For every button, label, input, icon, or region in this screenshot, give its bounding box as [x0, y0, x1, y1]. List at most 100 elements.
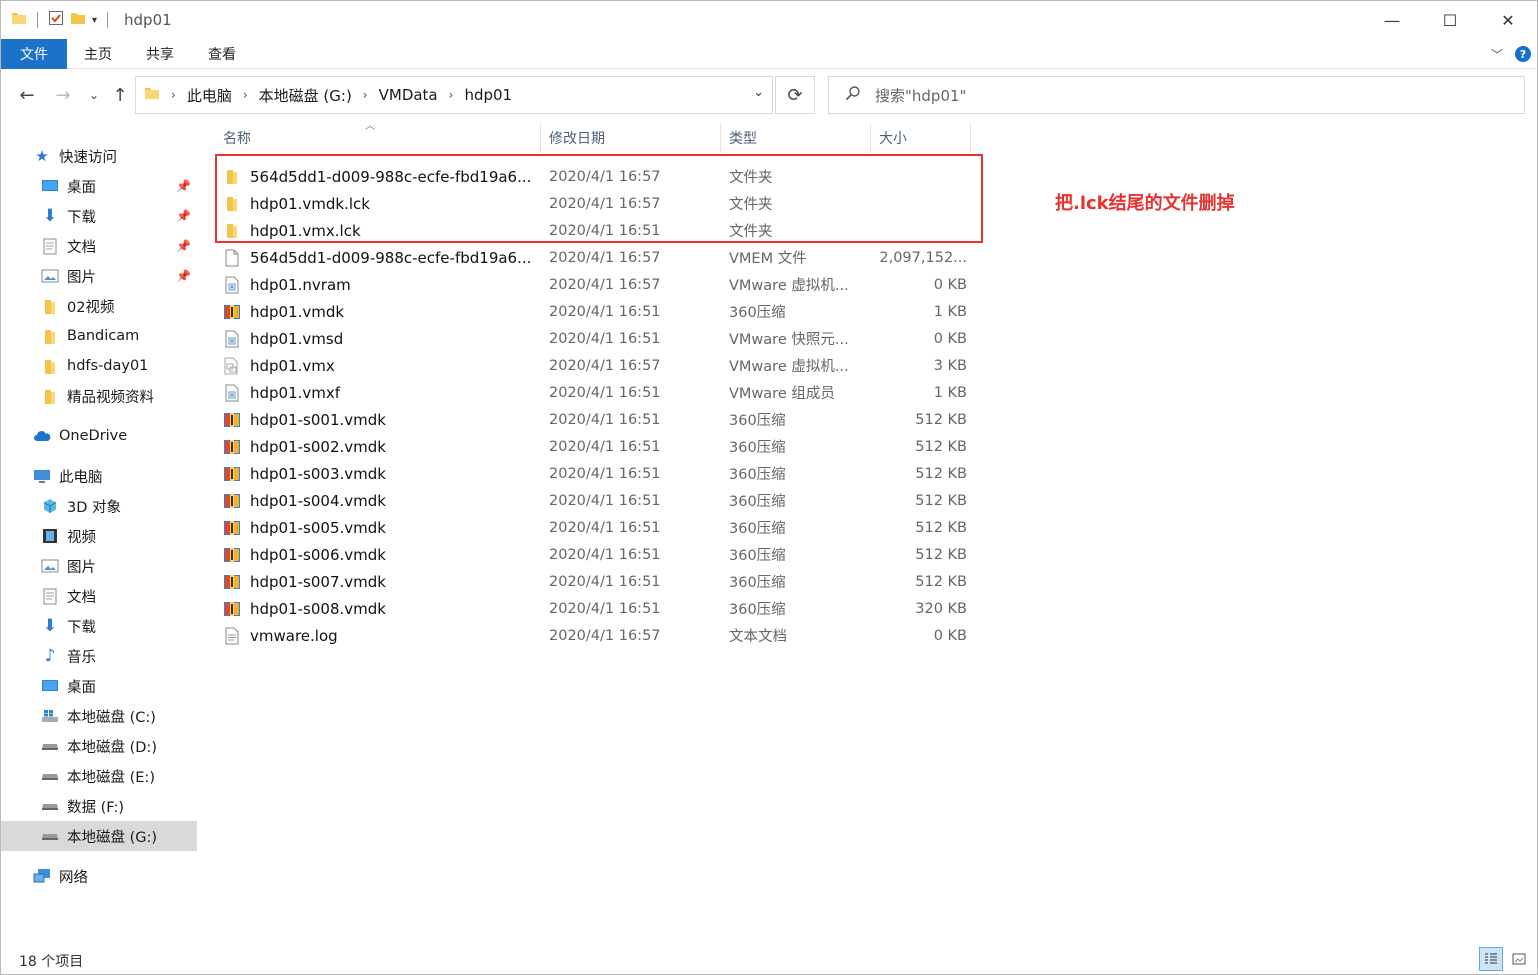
- tab-share[interactable]: 共享: [129, 39, 191, 69]
- file-row[interactable]: hdp01.vmdk.lck 2020/4/1 16:57 文件夹: [215, 190, 975, 217]
- chevron-right-icon[interactable]: ›: [171, 88, 176, 102]
- sidebar-item-drive-e[interactable]: 本地磁盘 (E:): [1, 761, 197, 791]
- breadcrumb-this-pc[interactable]: 此电脑: [187, 85, 232, 106]
- breadcrumb-drive-g[interactable]: 本地磁盘 (G:): [259, 85, 352, 106]
- file-name: hdp01.vmdk: [250, 302, 345, 321]
- tab-file[interactable]: 文件: [1, 38, 67, 69]
- chevron-right-icon[interactable]: ›: [449, 88, 454, 102]
- file-row[interactable]: hdp01.vmx 2020/4/1 16:57 VMware 虚拟机... 3 KB: [215, 352, 975, 379]
- file-row[interactable]: hdp01-s007.vmdk 2020/4/1 16:51 360压缩 512 KB: [215, 568, 975, 595]
- sidebar-item-downloads[interactable]: ⬇ 下载: [1, 611, 197, 641]
- refresh-button[interactable]: ⟳: [775, 76, 815, 114]
- sidebar-item-this-pc[interactable]: 此电脑: [1, 461, 197, 491]
- file-date: 2020/4/1 16:57: [549, 276, 661, 293]
- file-name-cell: hdp01.vmdk: [215, 303, 541, 321]
- chevron-right-icon[interactable]: ›: [243, 88, 248, 102]
- sidebar-item-documents[interactable]: 文档 📌: [1, 231, 197, 261]
- file-name: 564d5dd1-d009-988c-ecfe-fbd19a6...: [250, 248, 532, 267]
- sidebar-item-3d-objects[interactable]: 3D 对象: [1, 491, 197, 521]
- folder-icon: [144, 85, 160, 105]
- file-date: 2020/4/1 16:51: [549, 330, 661, 347]
- sidebar-item-music[interactable]: ♪ 音乐: [1, 641, 197, 671]
- folder-icon: [41, 297, 59, 315]
- file-type: 360压缩: [729, 548, 786, 564]
- file-name-cell: vmware.log: [215, 627, 541, 645]
- file-row[interactable]: hdp01-s006.vmdk 2020/4/1 16:51 360压缩 512 KB: [215, 541, 975, 568]
- file-row[interactable]: hdp01.nvram 2020/4/1 16:57 VMware 虚拟机... 0 …: [215, 271, 975, 298]
- file-row[interactable]: vmware.log 2020/4/1 16:57 文本文档 0 KB: [215, 622, 975, 649]
- expand-ribbon-icon[interactable]: ﹀: [1491, 46, 1503, 63]
- search-icon: [845, 85, 861, 105]
- sidebar-item-desktop[interactable]: 桌面: [1, 671, 197, 701]
- tab-home[interactable]: 主页: [67, 39, 129, 69]
- breadcrumb-hdp01[interactable]: hdp01: [464, 86, 512, 104]
- sidebar-item-folder[interactable]: 02视频: [1, 291, 197, 321]
- file-row[interactable]: hdp01.vmsd 2020/4/1 16:51 VMware 快照元... 0 K…: [215, 325, 975, 352]
- sidebar-item-drive-f[interactable]: 数据 (F:): [1, 791, 197, 821]
- breadcrumb-vmdata[interactable]: VMData: [379, 86, 438, 104]
- pin-icon[interactable]: 📌: [176, 179, 191, 193]
- chevron-down-icon[interactable]: ⌄: [753, 85, 764, 100]
- file-row[interactable]: hdp01.vmdk 2020/4/1 16:51 360压缩 1 KB: [215, 298, 975, 325]
- pin-icon[interactable]: 📌: [176, 269, 191, 283]
- archive-icon: [223, 546, 241, 564]
- file-row[interactable]: hdp01-s005.vmdk 2020/4/1 16:51 360压缩 512 KB: [215, 514, 975, 541]
- sidebar-item-drive-c[interactable]: 本地磁盘 (C:): [1, 701, 197, 731]
- file-row[interactable]: hdp01-s003.vmdk 2020/4/1 16:51 360压缩 512 KB: [215, 460, 975, 487]
- sidebar-item-drive-d[interactable]: 本地磁盘 (D:): [1, 731, 197, 761]
- back-button[interactable]: ←: [15, 81, 39, 109]
- recent-locations-button[interactable]: ⌄: [85, 81, 103, 109]
- close-button[interactable]: ✕: [1479, 1, 1537, 39]
- sidebar-item-pictures[interactable]: 图片: [1, 551, 197, 581]
- search-input[interactable]: 搜索"hdp01": [828, 76, 1525, 114]
- tab-view[interactable]: 查看: [191, 39, 253, 69]
- sidebar-item-onedrive[interactable]: OneDrive: [1, 421, 197, 451]
- sidebar-item-pictures[interactable]: 图片 📌: [1, 261, 197, 291]
- address-bar[interactable]: › 此电脑 › 本地磁盘 (G:) › VMData › hdp01 ⌄: [135, 76, 773, 114]
- file-row[interactable]: hdp01-s004.vmdk 2020/4/1 16:51 360压缩 512 KB: [215, 487, 975, 514]
- sidebar-item-documents[interactable]: 文档: [1, 581, 197, 611]
- new-folder-icon[interactable]: [70, 10, 86, 30]
- minimize-button[interactable]: —: [1363, 1, 1421, 39]
- file-row[interactable]: hdp01-s008.vmdk 2020/4/1 16:51 360压缩 320 KB: [215, 595, 975, 622]
- file-name: hdp01-s005.vmdk: [250, 518, 386, 537]
- file-row[interactable]: hdp01.vmxf 2020/4/1 16:51 VMware 组成员 1 KB: [215, 379, 975, 406]
- file-row[interactable]: hdp01-s001.vmdk 2020/4/1 16:51 360压缩 512 KB: [215, 406, 975, 433]
- file-row[interactable]: hdp01.vmx.lck 2020/4/1 16:51 文件夹: [215, 217, 975, 244]
- music-note-icon: ♪: [44, 646, 56, 666]
- file-row[interactable]: 564d5dd1-d009-988c-ecfe-fbd19a6... 2020/4…: [215, 244, 975, 271]
- forward-button[interactable]: →: [51, 81, 75, 109]
- pin-icon[interactable]: 📌: [176, 209, 191, 223]
- column-header-type[interactable]: 类型: [721, 123, 871, 153]
- sidebar-item-videos[interactable]: 视频: [1, 521, 197, 551]
- sidebar-item-drive-g[interactable]: 本地磁盘 (G:): [1, 821, 197, 851]
- pin-icon[interactable]: 📌: [176, 239, 191, 253]
- large-icons-view-icon[interactable]: [1507, 947, 1531, 971]
- up-button[interactable]: ↑: [109, 81, 131, 109]
- file-row[interactable]: 564d5dd1-d009-988c-ecfe-fbd19a6... 2020/4…: [215, 163, 975, 190]
- file-row[interactable]: hdp01-s002.vmdk 2020/4/1 16:51 360压缩 512 KB: [215, 433, 975, 460]
- properties-icon[interactable]: [48, 10, 64, 30]
- customize-toolbar-icon[interactable]: ▾: [92, 15, 97, 26]
- document-icon: [41, 237, 59, 255]
- column-header-name[interactable]: ︿ 名称: [215, 121, 541, 153]
- details-view-icon[interactable]: [1479, 947, 1503, 971]
- file-date: 2020/4/1 16:51: [549, 303, 661, 320]
- folder-icon[interactable]: [11, 10, 27, 30]
- chevron-right-icon[interactable]: ›: [363, 88, 368, 102]
- sidebar-item-label: 视频: [67, 529, 96, 546]
- scrollbar[interactable]: [1523, 73, 1537, 947]
- maximize-button[interactable]: ☐: [1421, 1, 1479, 39]
- column-header-size[interactable]: 大小: [871, 123, 971, 153]
- sidebar-item-folder[interactable]: Bandicam: [1, 321, 197, 351]
- sidebar-item-folder[interactable]: 精品视频资料: [1, 381, 197, 411]
- file-name-cell: hdp01-s005.vmdk: [215, 519, 541, 537]
- sidebar-item-downloads[interactable]: ⬇ 下载 📌: [1, 201, 197, 231]
- file-date: 2020/4/1 16:51: [549, 492, 661, 509]
- help-icon[interactable]: ?: [1515, 46, 1531, 62]
- sidebar-item-folder[interactable]: hdfs-day01: [1, 351, 197, 381]
- sidebar-item-desktop[interactable]: 桌面 📌: [1, 171, 197, 201]
- column-header-date[interactable]: 修改日期: [541, 123, 721, 153]
- sidebar-item-quick-access[interactable]: ★ 快速访问: [1, 141, 197, 171]
- sidebar-item-network[interactable]: 网络: [1, 861, 197, 891]
